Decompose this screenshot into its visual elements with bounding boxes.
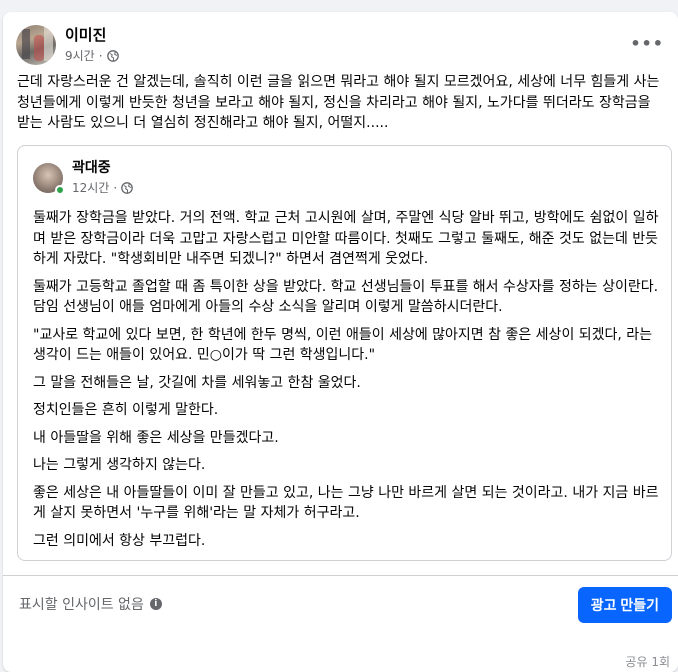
insights-label: 표시할 인사이트 없음 bbox=[19, 597, 144, 613]
author-avatar[interactable] bbox=[16, 25, 56, 65]
shared-paragraph: 좋은 세상은 내 아들딸들이 이미 잘 만들고 있고, 나는 그냥 나만 바르게… bbox=[33, 484, 659, 522]
online-status-dot bbox=[55, 184, 65, 195]
shared-paragraph: "교사로 학교에 있다 보면, 한 학년에 한두 명씩, 이런 애들이 세상에 … bbox=[33, 326, 653, 364]
separator-dot: · bbox=[98, 48, 103, 63]
globe-icon bbox=[106, 49, 119, 62]
shared-post-time[interactable]: 12시간 bbox=[72, 179, 109, 196]
shared-post-header: 곽대중 12시간 · bbox=[33, 159, 134, 196]
create-ad-button[interactable]: 광고 만들기 bbox=[577, 587, 672, 623]
shared-post[interactable]: 곽대중 12시간 · 둘째가 장학금을 받았다. 거의 전액. 학교 근처 고시… bbox=[17, 145, 672, 561]
footer-divider bbox=[3, 575, 678, 576]
shared-author-name[interactable]: 곽대중 bbox=[72, 159, 133, 177]
insights-status: 표시할 인사이트 없음 i bbox=[19, 594, 162, 614]
shared-post-body: 둘째가 장학금을 받았다. 거의 전액. 학교 근처 고시원에 살며, 주말엔 … bbox=[33, 208, 661, 558]
shared-paragraph: 정치인들은 흔히 이렇게 말한다. bbox=[33, 402, 219, 418]
post-meta: 이미진 9시간 · bbox=[65, 26, 119, 64]
post-card: 이미진 9시간 · ••• 근데 자랑스러운 건 알겠는데, 솔직히 이런 글을… bbox=[3, 12, 678, 672]
share-count[interactable]: 공유 1회 bbox=[625, 653, 670, 670]
shared-paragraph: 나는 그렇게 생각하지 않는다. bbox=[33, 457, 206, 473]
shared-post-meta: 곽대중 12시간 · bbox=[72, 159, 134, 196]
shared-author-avatar[interactable] bbox=[33, 162, 65, 195]
shared-paragraph: 둘째가 장학금을 받았다. 거의 전액. 학교 근처 고시원에 살며, 주말엔 … bbox=[33, 210, 659, 267]
shared-paragraph: 그 말을 전해들은 날, 갓길에 차를 세워놓고 한참 울었다. bbox=[33, 374, 361, 391]
globe-icon bbox=[121, 181, 134, 194]
post-text: 근데 자랑스러운 건 알겠는데, 솔직히 이런 글을 읽으면 뭐라고 해야 될지… bbox=[17, 74, 660, 131]
shared-paragraph: 둘째가 고등학교 졸업할 때 좀 특이한 상을 받았다. 학교 선생님들이 투표… bbox=[33, 278, 659, 316]
post-header: 이미진 9시간 · bbox=[16, 25, 119, 65]
shared-post-subline: 12시간 · bbox=[72, 179, 134, 196]
more-horizontal-icon[interactable]: ••• bbox=[630, 34, 664, 53]
author-name[interactable]: 이미진 bbox=[65, 26, 119, 45]
shared-paragraph: 그런 의미에서 항상 부끄럽다. bbox=[33, 532, 206, 549]
info-icon[interactable]: i bbox=[149, 598, 162, 610]
post-subline: 9시간 · bbox=[65, 47, 119, 64]
shared-paragraph: 내 아들딸을 위해 좋은 세상을 만들겠다고. bbox=[33, 429, 279, 446]
post-time[interactable]: 9시간 bbox=[65, 47, 95, 64]
separator-dot: · bbox=[113, 180, 118, 195]
